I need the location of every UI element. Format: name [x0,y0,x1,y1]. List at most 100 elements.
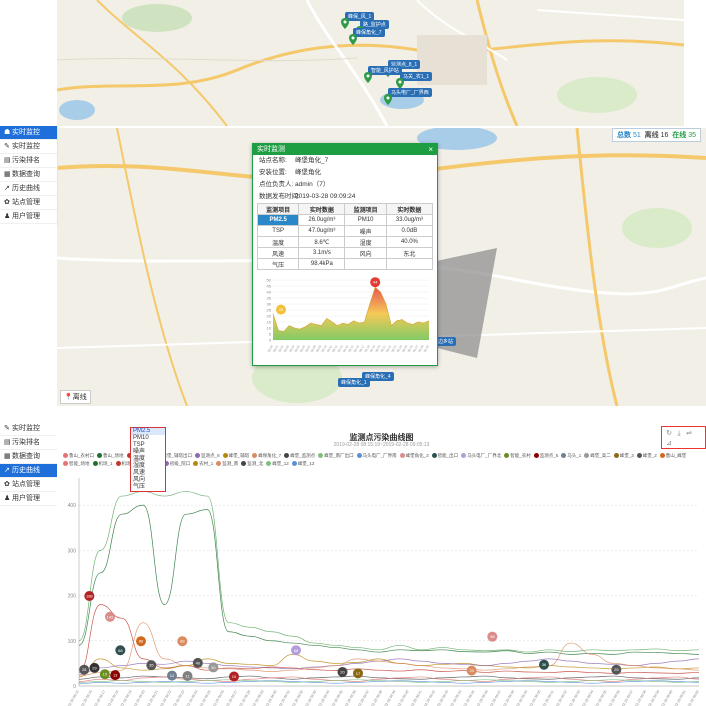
download-icon[interactable]: ⤓ [674,430,684,438]
legend-item[interactable]: 鲁山_场地 [97,452,124,459]
x-tick: 02-28 08:44 [450,689,463,706]
dropdown-option[interactable]: 风速 [131,470,165,477]
legend-item[interactable]: 鲁山_农村口 [63,452,94,459]
sidebar-item-4[interactable]: ↗ 历史曲线 [0,182,57,196]
dropdown-option[interactable]: 气压 [131,484,165,491]
nav-icon: ▦ [4,171,11,178]
popup-info-row: 点位负责人: admin（7） [253,179,437,191]
table-cell[interactable]: 气压 [256,258,300,270]
legend-item[interactable]: 智能_场地 [63,460,90,467]
legend-item[interactable]: 智能_农村 [504,452,531,459]
x-tick: 02-28 08:45 [463,689,476,706]
map-pin-icon[interactable] [341,18,349,31]
refresh-icon[interactable]: ↻ [664,429,674,437]
online-count: 35 [688,132,697,139]
bottom-nav-item-4[interactable]: ✿ 站点管理 [0,478,57,492]
nav-icon: ▤ [4,157,11,164]
bottom-nav-item-3[interactable]: ↗ 历史曲线 [0,464,57,478]
legend-item[interactable]: 初级_院口 [163,460,191,467]
legend-swatch [318,453,324,459]
legend-item[interactable]: 峰保角化_7 [252,452,281,459]
legend-item[interactable]: 峰堡_3 [613,452,634,459]
legend-item[interactable]: 马头_1 [561,452,581,459]
bottom-nav-item-1[interactable]: ▤污染排名 [0,436,57,450]
x-tick: 02-28 08:38 [370,689,383,706]
table-cell[interactable]: PM2.5 [256,214,300,226]
legend-item[interactable]: 峰堡_辅塔 [222,452,249,459]
dropdown-option[interactable]: 温度 [131,456,165,463]
switch-icon[interactable]: ⇌ [684,429,694,437]
x-tick: 02-28 08:31 [278,689,291,706]
table-cell[interactable]: 噪声 [344,225,387,237]
map-pin-icon[interactable] [364,72,372,85]
table-cell[interactable]: 风速 [256,247,300,259]
chart-type-icon[interactable]: ⊿ [664,439,674,447]
dropdown-option[interactable]: 湿度 [131,463,165,470]
legend-item[interactable]: 机场_1 [92,460,113,467]
map-pin-icon[interactable] [384,94,392,107]
legend-item[interactable]: 峰堡_2 [636,452,657,459]
legend-item[interactable]: 鲁山_峰堡 [659,452,686,459]
popup-info-row: 站点名称: 峰堡角化_7 [253,155,437,167]
table-cell[interactable]: PM10 [344,214,387,226]
pollutant-dropdown[interactable]: PM2.5 PM10 TSP 噪声 温度 湿度 风速 风向 气压 [130,427,166,492]
legend-item[interactable]: 峰堡_高二 [584,452,611,459]
nav-label: 实时监控 [12,129,40,136]
nav-label: 污染排名 [12,157,40,164]
map-marker-label[interactable]: 峰保角化_7 [353,28,385,37]
map-marker-label[interactable]: 峰保角化_1 [338,378,370,387]
legend-item[interactable]: 马头电厂_厂界南 [356,452,397,459]
info-value: admin（7） [295,181,330,188]
x-tick: 02-28 08:47 [489,689,502,706]
legend-item[interactable]: 峰堡_12 [266,460,289,467]
bottom-nav-item-0[interactable]: ✎ 实时监控 [0,422,57,436]
legend-item[interactable]: 监测_南 [216,460,238,467]
table-cell[interactable]: 湿度 [344,236,387,248]
x-tick: 02-28 08:46 [476,689,489,706]
legend-item[interactable]: 马头电厂_厂界北 [461,452,501,459]
sidebar-item-3[interactable]: ▦数据查询 [0,168,57,182]
dropdown-option[interactable]: PM2.5 [131,428,165,435]
legend-item[interactable]: 峰堡角化_3 [399,452,429,459]
dropdown-option[interactable]: TSP [131,442,165,449]
table-cell[interactable]: 风向 [344,247,387,259]
legend-swatch [356,453,362,459]
sidebar-item-2[interactable]: ▤污染排名 [0,154,57,168]
sidebar-item-0[interactable]: ☗ 实时监控 [0,126,57,140]
bottom-nav-item-2[interactable]: ▦数据查询 [0,450,57,464]
sidebar-item-5[interactable]: ✿ 站点管理 [0,196,57,210]
legend-label: 智能_出口 [437,453,459,458]
dropdown-option[interactable]: PM10 [131,435,165,442]
sidebar-item-6[interactable]: ♟ 用户管理 [0,210,57,224]
table-cell[interactable]: TSP [256,225,300,237]
legend-item[interactable]: 监测_北 [241,460,263,467]
map-marker-label[interactable]: 马头电厂_厂界西 [388,88,432,97]
x-tick: 02-28 08:49 [516,689,529,706]
offline-legend[interactable]: 📍离线 [60,390,91,404]
bottom-nav-item-5[interactable]: ♟ 用户管理 [0,492,57,506]
sidebar-item-1[interactable]: ✎ 实时监控 [0,140,57,154]
bubble-label: 36 [542,662,547,667]
legend-item[interactable]: 监测点_5 [533,452,558,459]
x-tick: 02-28 08:25 [199,689,212,706]
map-marker-label[interactable]: 马关_农1_1 [400,72,433,81]
table-cell[interactable] [344,258,387,270]
legend-item[interactable]: 智能_出口 [431,452,459,459]
legend-item[interactable]: 监测点_8 [195,452,220,459]
table-cell[interactable]: 温度 [256,236,300,248]
map-pin-icon[interactable] [349,34,357,47]
x-tick: 02-28 08:16 [80,689,93,706]
legend-item[interactable]: 农村_1 [193,460,213,467]
legend-item[interactable]: 峰堡_南厂出口 [318,452,354,459]
legend-item[interactable]: 峰堡_13 [291,460,314,467]
dropdown-option[interactable]: 风向 [131,477,165,484]
mini-y-tick: 40 [267,290,272,295]
dropdown-option[interactable]: 噪声 [131,449,165,456]
close-icon[interactable]: × [428,144,433,155]
series-line [78,604,700,674]
legend-swatch [659,453,665,459]
legend-item[interactable]: 峰堡_监测点 [284,452,315,459]
x-tick: 02-28 08:37 [357,689,370,706]
legend-label: 初级_院口 [169,461,191,466]
map-marker-label[interactable]: 智能_风护站 [368,66,402,75]
